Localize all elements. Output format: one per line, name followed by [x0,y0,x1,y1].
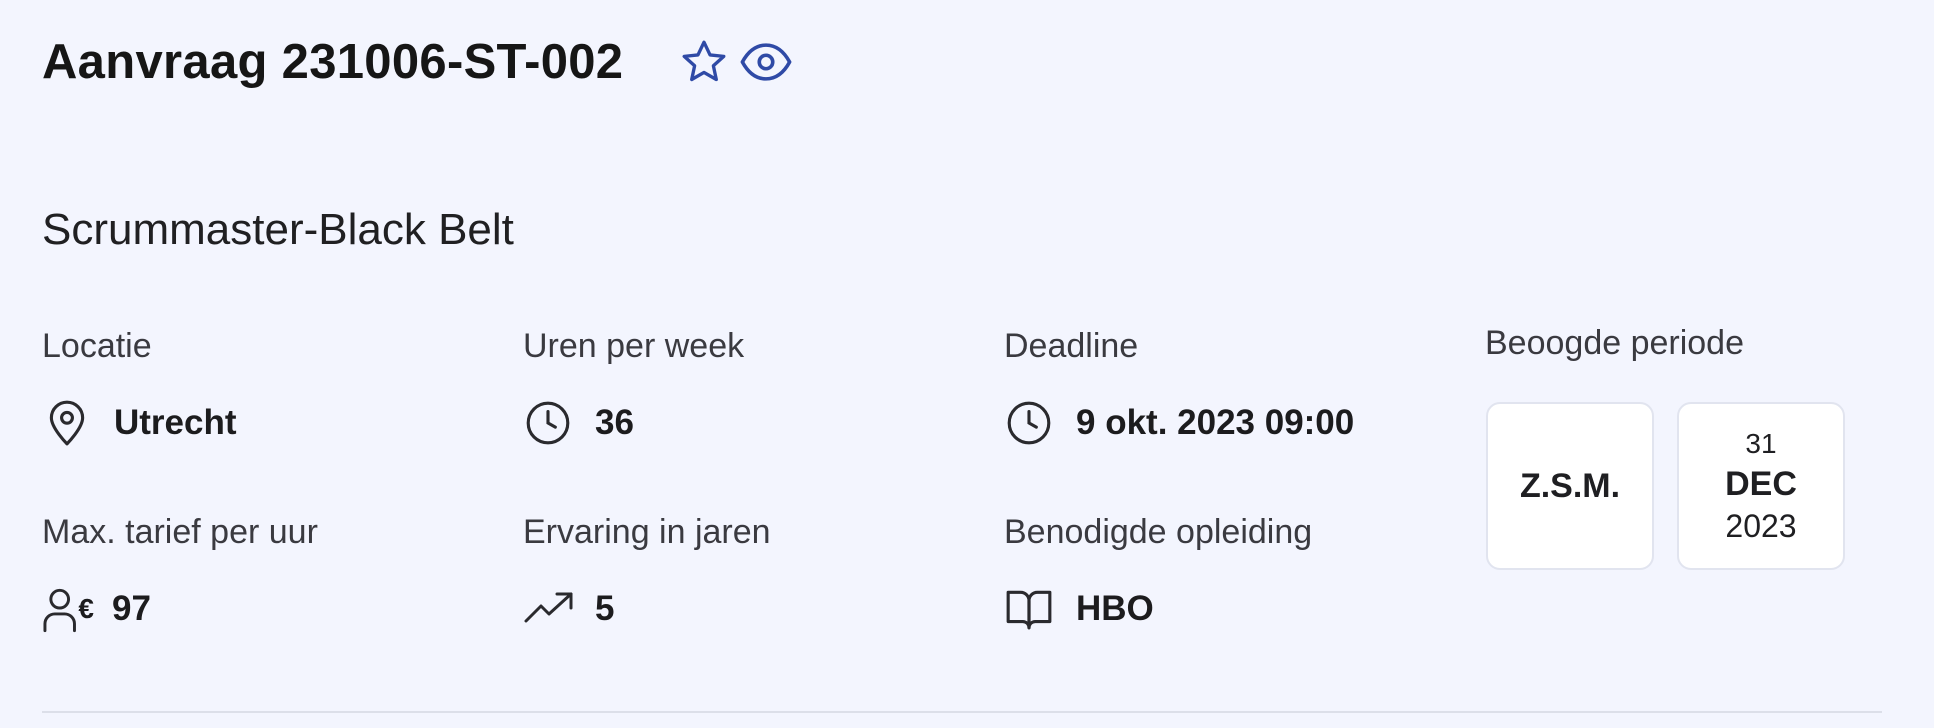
hours-label: Uren per week [523,327,745,365]
currency-symbol: € [78,593,94,624]
title-row: Aanvraag 231006-ST-002 [42,30,793,94]
hours-value: 36 [595,403,634,442]
map-pin-icon [42,397,94,449]
deadline-value-row: 9 okt. 2023 09:00 [1004,395,1464,451]
location-field: Locatie Utrecht [42,324,502,451]
eye-icon[interactable] [739,35,793,89]
star-icon[interactable] [679,37,729,87]
experience-value-row: 5 [523,581,983,637]
clock-icon [1004,397,1056,449]
rate-field: Max. tarief per uur € 97 [42,510,502,637]
assignment-subtitle: Scrummaster-Black Belt [42,205,514,254]
user-euro-icon: € [42,583,94,635]
title-actions [679,35,793,89]
hours-value-row: 36 [523,395,983,451]
period-label: Beoogde periode [1485,324,1745,362]
experience-label: Ervaring in jaren [523,513,771,551]
location-label: Locatie [42,327,152,365]
book-open-icon [1004,583,1056,635]
education-value: HBO [1076,589,1154,628]
section-divider [42,711,1882,713]
clock-icon [523,397,575,449]
experience-value: 5 [595,589,615,628]
experience-field: Ervaring in jaren 5 [523,510,983,637]
education-label: Benodigde opleiding [1004,513,1313,551]
deadline-label: Deadline [1004,327,1139,365]
period-end-card: 31 DEC 2023 [1677,402,1845,570]
hours-field: Uren per week 36 [523,324,983,451]
period-start-value: Z.S.M. [1519,466,1621,505]
period-end-year: 2023 [1725,508,1797,544]
page-title: Aanvraag 231006-ST-002 [42,35,624,89]
rate-label: Max. tarief per uur [42,513,318,551]
education-field: Benodigde opleiding HBO [1004,510,1464,637]
location-value-row: Utrecht [42,395,502,451]
deadline-field: Deadline 9 okt. 2023 09:00 [1004,324,1464,451]
location-value: Utrecht [114,403,237,442]
education-value-row: HBO [1004,581,1464,637]
period-end-month: DEC [1725,465,1797,503]
period-end-day: 31 [1745,428,1777,459]
period-start-card: Z.S.M. [1486,402,1654,570]
rate-value-row: € 97 [42,581,502,637]
rate-value: 97 [112,589,151,628]
trending-up-icon [523,583,575,635]
deadline-value: 9 okt. 2023 09:00 [1076,403,1355,442]
